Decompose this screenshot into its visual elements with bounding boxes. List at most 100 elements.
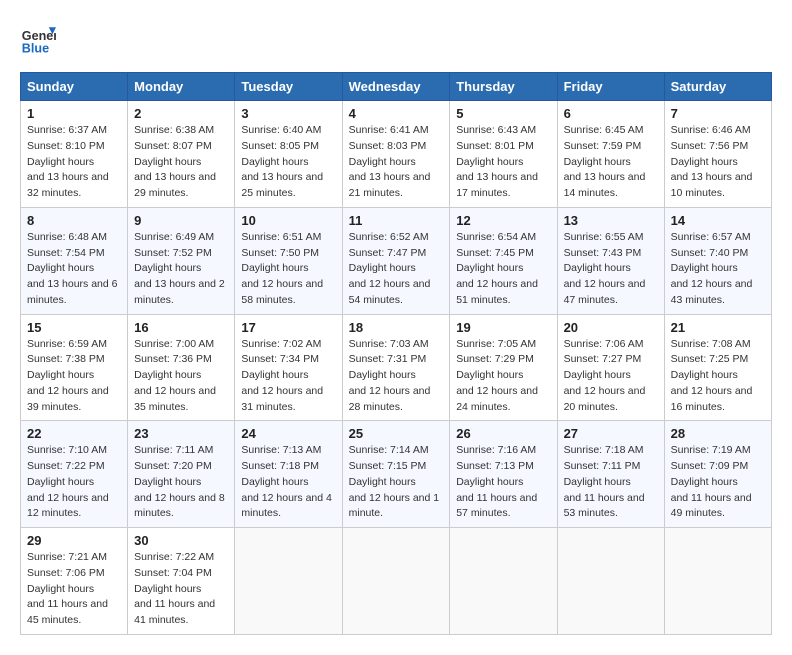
calendar-cell: 26 Sunrise: 7:16 AM Sunset: 7:13 PM Dayl…: [450, 421, 557, 528]
weekday-header: Wednesday: [342, 73, 450, 101]
calendar-cell: [557, 528, 664, 635]
calendar-cell: 4 Sunrise: 6:41 AM Sunset: 8:03 PM Dayli…: [342, 101, 450, 208]
day-info: Sunrise: 7:00 AM Sunset: 7:36 PM Dayligh…: [134, 337, 228, 416]
day-info: Sunrise: 6:59 AM Sunset: 7:38 PM Dayligh…: [27, 337, 121, 416]
day-number: 7: [671, 106, 765, 121]
day-info: Sunrise: 7:22 AM Sunset: 7:04 PM Dayligh…: [134, 550, 228, 629]
calendar-cell: 12 Sunrise: 6:54 AM Sunset: 7:45 PM Dayl…: [450, 207, 557, 314]
calendar-cell: 17 Sunrise: 7:02 AM Sunset: 7:34 PM Dayl…: [235, 314, 342, 421]
day-number: 19: [456, 320, 550, 335]
weekday-header: Sunday: [21, 73, 128, 101]
logo-icon: General Blue: [20, 20, 56, 56]
weekday-header: Saturday: [664, 73, 771, 101]
calendar-cell: [450, 528, 557, 635]
day-number: 28: [671, 426, 765, 441]
calendar-cell: 29 Sunrise: 7:21 AM Sunset: 7:06 PM Dayl…: [21, 528, 128, 635]
day-info: Sunrise: 7:08 AM Sunset: 7:25 PM Dayligh…: [671, 337, 765, 416]
calendar-cell: 20 Sunrise: 7:06 AM Sunset: 7:27 PM Dayl…: [557, 314, 664, 421]
day-info: Sunrise: 6:43 AM Sunset: 8:01 PM Dayligh…: [456, 123, 550, 202]
weekday-header: Tuesday: [235, 73, 342, 101]
day-info: Sunrise: 6:48 AM Sunset: 7:54 PM Dayligh…: [27, 230, 121, 309]
calendar-cell: 21 Sunrise: 7:08 AM Sunset: 7:25 PM Dayl…: [664, 314, 771, 421]
day-number: 30: [134, 533, 228, 548]
day-info: Sunrise: 6:41 AM Sunset: 8:03 PM Dayligh…: [349, 123, 444, 202]
calendar-cell: 16 Sunrise: 7:00 AM Sunset: 7:36 PM Dayl…: [128, 314, 235, 421]
calendar-cell: 9 Sunrise: 6:49 AM Sunset: 7:52 PM Dayli…: [128, 207, 235, 314]
calendar-week-row: 15 Sunrise: 6:59 AM Sunset: 7:38 PM Dayl…: [21, 314, 772, 421]
day-number: 22: [27, 426, 121, 441]
day-number: 25: [349, 426, 444, 441]
calendar-cell: 23 Sunrise: 7:11 AM Sunset: 7:20 PM Dayl…: [128, 421, 235, 528]
calendar-cell: [235, 528, 342, 635]
calendar-cell: 14 Sunrise: 6:57 AM Sunset: 7:40 PM Dayl…: [664, 207, 771, 314]
calendar-cell: 25 Sunrise: 7:14 AM Sunset: 7:15 PM Dayl…: [342, 421, 450, 528]
calendar-week-row: 29 Sunrise: 7:21 AM Sunset: 7:06 PM Dayl…: [21, 528, 772, 635]
calendar-cell: [664, 528, 771, 635]
calendar-cell: 5 Sunrise: 6:43 AM Sunset: 8:01 PM Dayli…: [450, 101, 557, 208]
weekday-header-row: SundayMondayTuesdayWednesdayThursdayFrid…: [21, 73, 772, 101]
day-number: 16: [134, 320, 228, 335]
day-number: 14: [671, 213, 765, 228]
day-info: Sunrise: 6:51 AM Sunset: 7:50 PM Dayligh…: [241, 230, 335, 309]
calendar-cell: 11 Sunrise: 6:52 AM Sunset: 7:47 PM Dayl…: [342, 207, 450, 314]
calendar-cell: 24 Sunrise: 7:13 AM Sunset: 7:18 PM Dayl…: [235, 421, 342, 528]
day-info: Sunrise: 7:06 AM Sunset: 7:27 PM Dayligh…: [564, 337, 658, 416]
day-info: Sunrise: 7:03 AM Sunset: 7:31 PM Dayligh…: [349, 337, 444, 416]
day-number: 13: [564, 213, 658, 228]
calendar-cell: 10 Sunrise: 6:51 AM Sunset: 7:50 PM Dayl…: [235, 207, 342, 314]
day-number: 10: [241, 213, 335, 228]
calendar-cell: 1 Sunrise: 6:37 AM Sunset: 8:10 PM Dayli…: [21, 101, 128, 208]
day-number: 29: [27, 533, 121, 548]
calendar-cell: 30 Sunrise: 7:22 AM Sunset: 7:04 PM Dayl…: [128, 528, 235, 635]
calendar-week-row: 1 Sunrise: 6:37 AM Sunset: 8:10 PM Dayli…: [21, 101, 772, 208]
day-number: 4: [349, 106, 444, 121]
day-number: 15: [27, 320, 121, 335]
day-number: 1: [27, 106, 121, 121]
svg-text:Blue: Blue: [22, 41, 49, 55]
weekday-header: Thursday: [450, 73, 557, 101]
weekday-header: Monday: [128, 73, 235, 101]
calendar-cell: 7 Sunrise: 6:46 AM Sunset: 7:56 PM Dayli…: [664, 101, 771, 208]
day-info: Sunrise: 6:54 AM Sunset: 7:45 PM Dayligh…: [456, 230, 550, 309]
calendar-cell: 3 Sunrise: 6:40 AM Sunset: 8:05 PM Dayli…: [235, 101, 342, 208]
day-info: Sunrise: 6:40 AM Sunset: 8:05 PM Dayligh…: [241, 123, 335, 202]
day-number: 3: [241, 106, 335, 121]
calendar-cell: 19 Sunrise: 7:05 AM Sunset: 7:29 PM Dayl…: [450, 314, 557, 421]
day-number: 9: [134, 213, 228, 228]
calendar-table: SundayMondayTuesdayWednesdayThursdayFrid…: [20, 72, 772, 635]
day-number: 18: [349, 320, 444, 335]
day-number: 6: [564, 106, 658, 121]
day-info: Sunrise: 7:16 AM Sunset: 7:13 PM Dayligh…: [456, 443, 550, 522]
calendar-cell: 28 Sunrise: 7:19 AM Sunset: 7:09 PM Dayl…: [664, 421, 771, 528]
day-number: 2: [134, 106, 228, 121]
day-number: 20: [564, 320, 658, 335]
calendar-cell: 2 Sunrise: 6:38 AM Sunset: 8:07 PM Dayli…: [128, 101, 235, 208]
day-number: 27: [564, 426, 658, 441]
calendar-cell: [342, 528, 450, 635]
day-info: Sunrise: 7:18 AM Sunset: 7:11 PM Dayligh…: [564, 443, 658, 522]
day-info: Sunrise: 6:57 AM Sunset: 7:40 PM Dayligh…: [671, 230, 765, 309]
day-number: 23: [134, 426, 228, 441]
day-info: Sunrise: 7:02 AM Sunset: 7:34 PM Dayligh…: [241, 337, 335, 416]
day-info: Sunrise: 7:19 AM Sunset: 7:09 PM Dayligh…: [671, 443, 765, 522]
day-number: 11: [349, 213, 444, 228]
day-number: 17: [241, 320, 335, 335]
day-info: Sunrise: 7:14 AM Sunset: 7:15 PM Dayligh…: [349, 443, 444, 522]
day-number: 26: [456, 426, 550, 441]
day-info: Sunrise: 6:46 AM Sunset: 7:56 PM Dayligh…: [671, 123, 765, 202]
calendar-cell: 6 Sunrise: 6:45 AM Sunset: 7:59 PM Dayli…: [557, 101, 664, 208]
day-info: Sunrise: 6:52 AM Sunset: 7:47 PM Dayligh…: [349, 230, 444, 309]
day-info: Sunrise: 6:37 AM Sunset: 8:10 PM Dayligh…: [27, 123, 121, 202]
calendar-cell: 27 Sunrise: 7:18 AM Sunset: 7:11 PM Dayl…: [557, 421, 664, 528]
calendar-cell: 8 Sunrise: 6:48 AM Sunset: 7:54 PM Dayli…: [21, 207, 128, 314]
day-number: 12: [456, 213, 550, 228]
calendar-cell: 15 Sunrise: 6:59 AM Sunset: 7:38 PM Dayl…: [21, 314, 128, 421]
day-number: 8: [27, 213, 121, 228]
weekday-header: Friday: [557, 73, 664, 101]
calendar-cell: 18 Sunrise: 7:03 AM Sunset: 7:31 PM Dayl…: [342, 314, 450, 421]
day-info: Sunrise: 6:38 AM Sunset: 8:07 PM Dayligh…: [134, 123, 228, 202]
calendar-cell: 22 Sunrise: 7:10 AM Sunset: 7:22 PM Dayl…: [21, 421, 128, 528]
day-info: Sunrise: 6:55 AM Sunset: 7:43 PM Dayligh…: [564, 230, 658, 309]
day-info: Sunrise: 7:05 AM Sunset: 7:29 PM Dayligh…: [456, 337, 550, 416]
calendar-week-row: 8 Sunrise: 6:48 AM Sunset: 7:54 PM Dayli…: [21, 207, 772, 314]
